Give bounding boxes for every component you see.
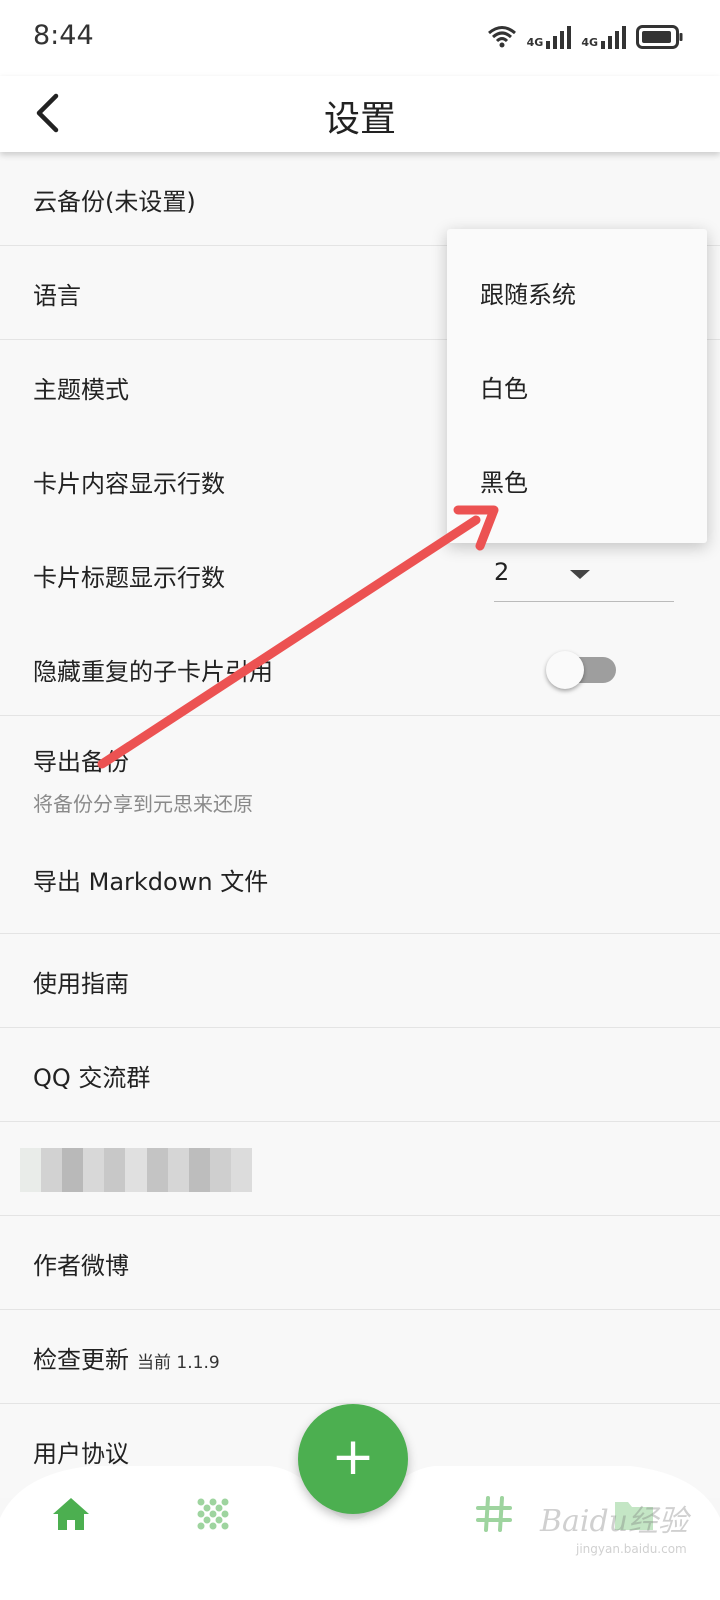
theme-mode-menu: 跟随系统 白色 黑色: [447, 229, 707, 543]
setting-label: 使用指南: [33, 970, 129, 998]
signal-icon: 4G: [527, 25, 572, 49]
status-time: 8:44: [33, 20, 94, 51]
home-icon[interactable]: [49, 1492, 93, 1536]
setting-qq-group[interactable]: QQ 交流群: [0, 1028, 720, 1122]
setting-label: 导出备份: [33, 748, 129, 776]
hashtag-icon[interactable]: [472, 1492, 516, 1536]
network-type-label: 4G: [526, 36, 544, 49]
setting-export-markdown[interactable]: 导出 Markdown 文件: [0, 840, 720, 934]
dropdown-value: 2: [494, 558, 510, 586]
setting-label: 隐藏重复的子卡片引用: [33, 658, 273, 686]
watermark-logo: Baidu经验: [540, 1504, 689, 1539]
setting-label: 卡片内容显示行数: [33, 470, 225, 498]
setting-label: 作者微博: [33, 1252, 129, 1280]
check-update-label: 检查更新: [33, 1346, 129, 1374]
page-title: 设置: [323, 99, 396, 140]
hide-duplicate-refs-toggle[interactable]: [546, 651, 618, 689]
status-bar: 8:44 4G 4G: [0, 0, 720, 76]
setting-export-backup[interactable]: 导出备份 将备份分享到元思来还原: [0, 716, 720, 840]
caret-down-icon: [570, 570, 590, 579]
app-bar: 设置: [0, 76, 720, 152]
current-version: 当前 1.1.9: [137, 1353, 220, 1373]
setting-hide-duplicate-refs[interactable]: 隐藏重复的子卡片引用: [0, 622, 720, 716]
setting-check-update[interactable]: 检查更新 当前 1.1.9: [0, 1310, 720, 1404]
setting-redacted[interactable]: [0, 1122, 720, 1216]
toggle-thumb: [546, 651, 584, 689]
setting-label: 云备份(未设置): [33, 188, 196, 216]
setting-label: 主题模式: [33, 376, 129, 404]
network-type-label: 4G: [581, 36, 598, 49]
menu-item-black[interactable]: 黑色: [447, 433, 707, 527]
card-title-lines-dropdown[interactable]: 2: [494, 556, 674, 602]
setting-label: 卡片标题显示行数: [33, 564, 225, 592]
setting-label: 导出 Markdown 文件: [33, 868, 269, 896]
watermark-url: jingyan.baidu.com: [576, 1542, 687, 1556]
setting-user-guide[interactable]: 使用指南: [0, 934, 720, 1028]
setting-label: 语言: [33, 282, 81, 310]
setting-author-weibo[interactable]: 作者微博: [0, 1216, 720, 1310]
signal-icon: 4G: [581, 25, 626, 49]
setting-label: 检查更新 当前 1.1.9: [33, 1340, 220, 1375]
setting-label: QQ 交流群: [33, 1064, 151, 1092]
status-icons: 4G 4G: [487, 22, 684, 52]
setting-description: 将备份分享到元思来还原: [33, 792, 253, 816]
dots-grid-icon[interactable]: [191, 1492, 235, 1536]
menu-item-follow-system[interactable]: 跟随系统: [447, 245, 707, 339]
battery-icon: [636, 24, 684, 50]
add-card-fab[interactable]: +: [298, 1404, 408, 1514]
menu-item-white[interactable]: 白色: [447, 339, 707, 433]
plus-icon: +: [331, 1427, 375, 1487]
pixelated-redaction: [20, 1148, 253, 1192]
wifi-icon: [487, 25, 517, 49]
